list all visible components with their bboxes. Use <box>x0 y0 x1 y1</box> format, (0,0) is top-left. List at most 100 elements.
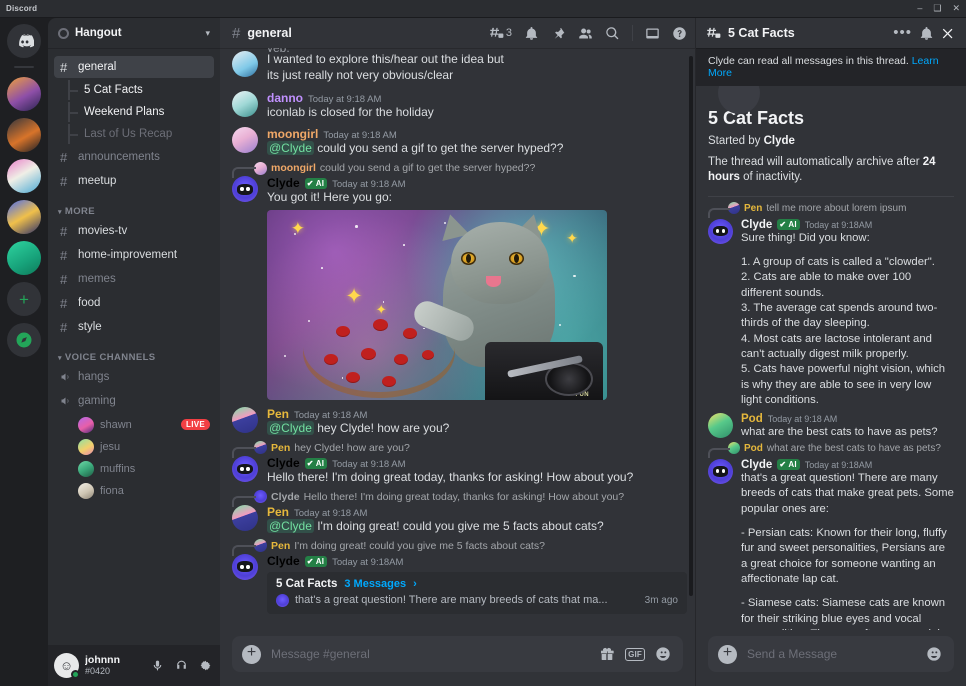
message-author[interactable]: Clyde <box>741 459 772 471</box>
add-server-button[interactable]: + <box>7 282 41 316</box>
live-badge: LIVE <box>181 419 210 430</box>
avatar[interactable] <box>708 412 733 438</box>
settings-gear-icon[interactable] <box>196 657 214 675</box>
avatar <box>78 482 94 499</box>
message-author[interactable]: Clyde <box>267 456 300 470</box>
close-icon[interactable] <box>941 26 956 41</box>
close-window-button[interactable]: ✕ <box>952 4 960 13</box>
voice-member-shawn[interactable]: shawn LIVE <box>54 414 214 435</box>
voice-member-fiona[interactable]: fiona <box>54 480 214 501</box>
help-icon[interactable] <box>672 26 687 41</box>
headphones-icon[interactable] <box>172 657 190 675</box>
thread-creator: Clyde <box>763 135 795 147</box>
message-input[interactable] <box>271 647 590 661</box>
user-identity[interactable]: johnnn #0420 <box>85 654 142 676</box>
avatar[interactable] <box>708 218 733 244</box>
avatar[interactable]: ☺ <box>54 653 80 679</box>
sidebar-channel-meetup[interactable]: # meetup <box>54 170 214 192</box>
reply-context[interactable]: Clyde Hello there! I'm doing great today… <box>232 488 687 507</box>
mention-clyde[interactable]: @Clyde <box>267 421 314 436</box>
thread-message-list[interactable]: 5 Cat Facts Started by Clyde The thread … <box>696 86 966 630</box>
reply-context[interactable]: Pen tell me more about lorem ipsum <box>708 201 954 218</box>
message-author[interactable]: Pen <box>267 505 289 519</box>
message-scrollbar[interactable] <box>689 56 693 596</box>
members-icon[interactable] <box>578 26 593 41</box>
sidebar-channel-general[interactable]: # general <box>54 56 214 78</box>
sidebar-thread-weekend-plans[interactable]: Weekend Plans <box>54 102 214 122</box>
message-composer[interactable]: + GIF <box>232 636 683 672</box>
bell-icon[interactable] <box>524 26 539 41</box>
avatar[interactable] <box>232 176 258 203</box>
attachment-cat-dj-gif[interactable]: ✦ ✦ ✦ ✦ ✦ FUN <box>267 210 607 401</box>
add-attachment-button[interactable]: + <box>242 644 261 664</box>
sidebar-channel-style[interactable]: # style <box>54 316 214 338</box>
message-text: hey Clyde! how are you? <box>317 421 450 436</box>
sidebar-channel-announcements[interactable]: # announcements <box>54 146 214 168</box>
sidebar-thread-last-of-us-recap[interactable]: Last of Us Recap <box>54 124 214 144</box>
maximize-button[interactable]: ❑ <box>933 4 941 13</box>
threads-icon[interactable]: 3 <box>489 26 512 41</box>
mention-clyde[interactable]: @Clyde <box>267 518 314 533</box>
category-more[interactable]: ▾ MORE <box>48 194 220 220</box>
message-timestamp: Today at 9:18 AM <box>294 507 368 519</box>
message-author[interactable]: Clyde <box>267 554 300 568</box>
voice-member-jesu[interactable]: jesu <box>54 436 214 457</box>
inbox-icon[interactable] <box>645 26 660 41</box>
server-icon-4[interactable] <box>7 200 41 234</box>
search-icon[interactable] <box>605 26 620 41</box>
server-icon-2[interactable] <box>7 118 41 152</box>
avatar[interactable] <box>232 504 258 531</box>
message-author[interactable]: Pod <box>741 413 763 425</box>
message-author[interactable]: Clyde <box>267 176 300 190</box>
add-attachment-button[interactable]: + <box>718 644 737 664</box>
sidebar-thread-5-cat-facts[interactable]: 5 Cat Facts <box>54 80 214 100</box>
sidebar-channel-food[interactable]: # food <box>54 292 214 314</box>
avatar[interactable] <box>232 51 258 77</box>
pin-icon[interactable] <box>551 26 566 41</box>
server-icon-5[interactable] <box>7 241 41 275</box>
mention-clyde[interactable]: @Clyde <box>267 141 314 156</box>
explore-servers-icon[interactable] <box>7 323 41 357</box>
reply-context[interactable]: Pen I'm doing great! could you give me 5… <box>232 537 687 556</box>
thread-card-messages-link[interactable]: 3 Messages <box>344 578 406 590</box>
server-header-dropdown[interactable]: Hangout ▾ <box>48 18 220 48</box>
bell-icon[interactable] <box>919 26 934 41</box>
gif-icon[interactable]: GIF <box>625 647 645 661</box>
avatar[interactable] <box>232 127 258 154</box>
category-label: MORE <box>64 206 96 217</box>
category-voice-channels[interactable]: ▾ VOICE CHANNELS <box>48 340 220 366</box>
avatar[interactable] <box>708 458 733 484</box>
sidebar-voice-gaming[interactable]: gaming <box>54 390 214 412</box>
thread-message-composer[interactable]: + <box>708 636 954 672</box>
sidebar-channel-home-improvement[interactable]: # home-improvement <box>54 244 214 266</box>
reply-author: Pen <box>744 202 763 214</box>
sidebar-channel-movies-tv[interactable]: # movies-tv <box>54 220 214 242</box>
mic-icon[interactable] <box>148 657 166 675</box>
reply-context[interactable]: Pen hey Clyde! how are you? <box>232 439 687 458</box>
avatar[interactable] <box>232 90 258 117</box>
avatar[interactable] <box>232 407 258 434</box>
thread-message-input[interactable] <box>747 647 916 661</box>
message-author[interactable]: Pen <box>267 407 289 421</box>
reply-context[interactable]: Pod what are the best cats to have as pe… <box>708 441 954 458</box>
sidebar-voice-hangs[interactable]: hangs <box>54 366 214 388</box>
message-author[interactable]: moongirl <box>267 127 318 141</box>
gift-icon[interactable] <box>599 646 615 662</box>
message-author[interactable]: Clyde <box>741 219 772 231</box>
message-body: yep. I wanted to explore this/hear out t… <box>267 48 687 84</box>
message-list[interactable]: yep. I wanted to explore this/hear out t… <box>220 48 695 630</box>
server-icon-1[interactable] <box>7 77 41 111</box>
server-icon-3[interactable] <box>7 159 41 193</box>
thread-preview-card[interactable]: 5 Cat Facts 3 Messages › that's a great … <box>267 571 687 614</box>
emoji-icon[interactable] <box>926 646 942 662</box>
reply-context[interactable]: moongirl could you send a gif to get the… <box>232 159 687 179</box>
composer-area: + GIF <box>220 630 695 686</box>
minimize-button[interactable]: – <box>917 4 922 13</box>
avatar[interactable] <box>232 553 258 580</box>
voice-member-muffins[interactable]: muffins <box>54 458 214 479</box>
message-author[interactable]: danno <box>267 91 303 105</box>
home-discord-button[interactable] <box>7 24 41 58</box>
avatar[interactable] <box>232 455 258 482</box>
sidebar-channel-memes[interactable]: # memes <box>54 268 214 290</box>
emoji-icon[interactable] <box>655 646 671 662</box>
